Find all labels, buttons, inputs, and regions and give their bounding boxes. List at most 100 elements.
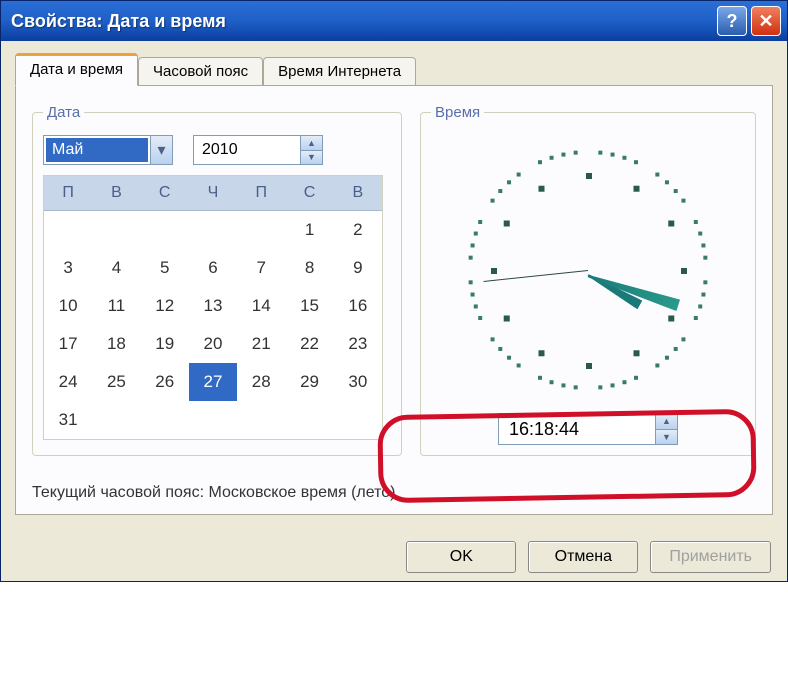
- close-button[interactable]: ✕: [751, 6, 781, 36]
- tab-internet-time[interactable]: Время Интернета: [263, 57, 416, 85]
- clock-tick: [668, 316, 674, 322]
- year-spinner[interactable]: 2010 ▲ ▼: [193, 135, 323, 165]
- month-dropdown[interactable]: Май ▾: [43, 135, 173, 165]
- spin-down-icon[interactable]: ▼: [301, 150, 322, 165]
- calendar-day[interactable]: 31: [44, 401, 92, 439]
- calendar-day[interactable]: 7: [237, 249, 285, 287]
- calendar-day[interactable]: 18: [92, 325, 140, 363]
- clock-tick: [622, 380, 626, 384]
- columns: Дата Май ▾ 2010 ▲ ▼: [32, 104, 756, 456]
- clock-tick: [665, 356, 669, 360]
- calendar-day[interactable]: 1: [285, 211, 333, 249]
- calendar-day[interactable]: 27: [189, 363, 237, 401]
- calendar-day[interactable]: 10: [44, 287, 92, 325]
- calendar-day[interactable]: 21: [237, 325, 285, 363]
- clock-tick: [598, 151, 602, 155]
- calendar-empty-cell: .: [334, 401, 382, 439]
- tab-date-time[interactable]: Дата и время: [15, 53, 138, 86]
- apply-button[interactable]: Применить: [650, 541, 771, 573]
- tab-label: Время Интернета: [278, 63, 401, 80]
- spin-up-icon[interactable]: ▲: [656, 414, 677, 429]
- clock-tick: [703, 256, 707, 260]
- clock-tick: [504, 316, 510, 322]
- calendar-day[interactable]: 15: [285, 287, 333, 325]
- calendar-empty-cell: .: [237, 211, 285, 249]
- calendar-day[interactable]: 16: [334, 287, 382, 325]
- calendar-day[interactable]: 6: [189, 249, 237, 287]
- calendar-empty-cell: .: [141, 211, 189, 249]
- calendar-day[interactable]: 5: [141, 249, 189, 287]
- ok-button[interactable]: OK: [406, 541, 516, 573]
- clock-tick: [574, 385, 578, 389]
- clock-area: [431, 135, 745, 405]
- calendar-day[interactable]: 2: [334, 211, 382, 249]
- clock-tick: [634, 376, 638, 380]
- close-icon: ✕: [758, 11, 773, 32]
- calendar-day[interactable]: 3: [44, 249, 92, 287]
- second-hand: [484, 270, 589, 282]
- calendar-day[interactable]: 22: [285, 325, 333, 363]
- clock-tick: [498, 189, 502, 193]
- time-spinner[interactable]: 16:18:44 ▲ ▼: [498, 413, 678, 445]
- clock-tick: [538, 160, 542, 164]
- calendar-day[interactable]: 9: [334, 249, 382, 287]
- clock-tick: [539, 186, 545, 192]
- calendar-empty-cell: .: [237, 401, 285, 439]
- clock-tick: [469, 256, 473, 260]
- clock-tick: [507, 180, 511, 184]
- calendar-body: .....12345678910111213141516171819202122…: [44, 211, 382, 439]
- calendar-day[interactable]: 29: [285, 363, 333, 401]
- calendar-day[interactable]: 25: [92, 363, 140, 401]
- calendar-day[interactable]: 26: [141, 363, 189, 401]
- current-timezone-text: Текущий часовой пояс: Московское время (…: [32, 484, 756, 502]
- time-legend: Время: [431, 104, 484, 121]
- calendar-day[interactable]: 8: [285, 249, 333, 287]
- clock-tick: [478, 316, 482, 320]
- clock-tick: [574, 151, 578, 155]
- cancel-button[interactable]: Отмена: [528, 541, 638, 573]
- clock-tick: [634, 186, 640, 192]
- calendar-day[interactable]: 30: [334, 363, 382, 401]
- calendar-day[interactable]: 24: [44, 363, 92, 401]
- clock-tick: [611, 153, 615, 157]
- clock-tick: [550, 156, 554, 160]
- calendar-day[interactable]: 19: [141, 325, 189, 363]
- clock-tick: [694, 316, 698, 320]
- weekday-header: П: [237, 176, 285, 211]
- clock-tick: [655, 173, 659, 177]
- clock-tick: [665, 180, 669, 184]
- clock-tick: [491, 337, 495, 341]
- clock-tick: [471, 243, 475, 247]
- calendar-day[interactable]: 4: [92, 249, 140, 287]
- clock-tick: [694, 220, 698, 224]
- clock-tick: [517, 363, 521, 367]
- help-icon: ?: [727, 11, 738, 32]
- clock-tick: [586, 363, 592, 369]
- button-label: OK: [450, 548, 473, 565]
- chevron-down-icon: ▾: [150, 136, 172, 164]
- calendar-day[interactable]: 17: [44, 325, 92, 363]
- clock-tick: [561, 153, 565, 157]
- calendar-day[interactable]: 28: [237, 363, 285, 401]
- calendar-empty-cell: .: [189, 401, 237, 439]
- tab-timezone[interactable]: Часовой пояс: [138, 57, 263, 85]
- clock-tick: [561, 383, 565, 387]
- clock-tick: [681, 268, 687, 274]
- calendar-day[interactable]: 23: [334, 325, 382, 363]
- calendar-day[interactable]: 14: [237, 287, 285, 325]
- year-spin-buttons: ▲ ▼: [300, 136, 322, 164]
- weekday-header: П: [44, 176, 92, 211]
- calendar-day[interactable]: 12: [141, 287, 189, 325]
- spin-up-icon[interactable]: ▲: [301, 136, 322, 150]
- clock-tick: [634, 160, 638, 164]
- time-group: Время 16:18:44 ▲ ▼: [420, 104, 756, 456]
- calendar-day[interactable]: 20: [189, 325, 237, 363]
- button-label: Отмена: [555, 548, 612, 565]
- spin-down-icon[interactable]: ▼: [656, 429, 677, 445]
- calendar-day[interactable]: 13: [189, 287, 237, 325]
- calendar-day[interactable]: 11: [92, 287, 140, 325]
- help-button[interactable]: ?: [717, 6, 747, 36]
- clock-tick: [701, 243, 705, 247]
- analog-clock: [463, 145, 713, 395]
- tabs: Дата и время Часовой пояс Время Интернет…: [15, 53, 773, 85]
